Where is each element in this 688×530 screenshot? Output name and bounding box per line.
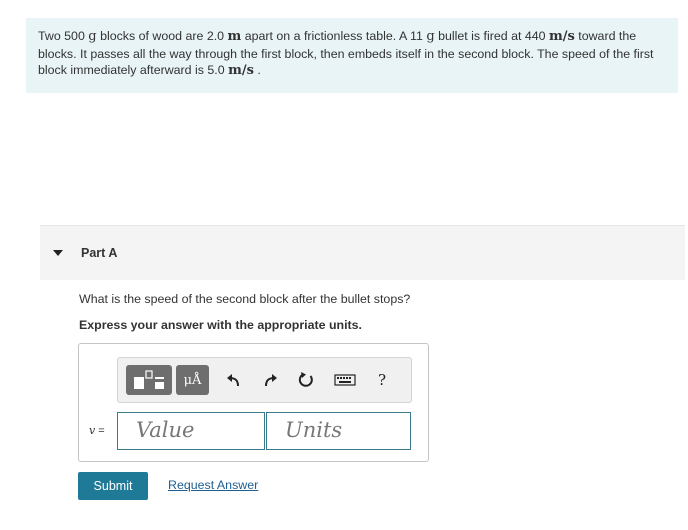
question-text: What is the speed of the second block af… <box>79 292 411 306</box>
part-a-header[interactable]: Part A <box>40 225 685 280</box>
redo-icon <box>265 374 277 387</box>
templates-button[interactable] <box>126 365 172 395</box>
part-title: Part A <box>81 246 118 260</box>
problem-statement: Two 500 g blocks of wood are 2.0 m apart… <box>26 18 678 93</box>
units-input[interactable]: Units <box>266 412 411 450</box>
undo-icon <box>227 374 239 387</box>
unit-meters: m <box>227 29 242 44</box>
unit-meters-per-second: m/s <box>228 63 254 78</box>
reset-button[interactable] <box>294 367 318 393</box>
variable-label: v = <box>89 424 105 437</box>
reset-icon <box>298 372 313 387</box>
redo-button[interactable] <box>258 367 282 393</box>
value-input[interactable]: Value <box>117 412 265 450</box>
math-toolbar: μÅ ? <box>117 357 412 403</box>
request-answer-link[interactable]: Request Answer <box>168 478 258 492</box>
help-button[interactable]: ? <box>370 367 394 393</box>
variable-symbol: v <box>89 424 96 437</box>
keyboard-button[interactable] <box>332 367 358 393</box>
problem-text: apart on a frictionless table. A 11 <box>241 29 427 43</box>
problem-text: bullet is fired at 440 <box>434 29 549 43</box>
unit-grams: g <box>88 29 97 44</box>
unit-grams: g <box>426 29 435 44</box>
submit-button[interactable]: Submit <box>78 472 148 500</box>
problem-text: blocks of wood are 2.0 <box>96 29 228 43</box>
problem-text: . <box>253 63 261 77</box>
problem-text: Two 500 <box>38 29 89 43</box>
undo-button[interactable] <box>222 367 246 393</box>
collapse-caret-icon[interactable] <box>53 250 63 256</box>
answer-box: μÅ ? v = Value Units <box>78 343 429 462</box>
unit-meters-per-second: m/s <box>549 29 575 44</box>
units-button[interactable]: μÅ <box>176 365 209 395</box>
instruction-text: Express your answer with the appropriate… <box>79 318 362 332</box>
templates-icon <box>134 370 164 389</box>
equals-sign: = <box>98 425 105 437</box>
keyboard-icon <box>334 374 356 386</box>
